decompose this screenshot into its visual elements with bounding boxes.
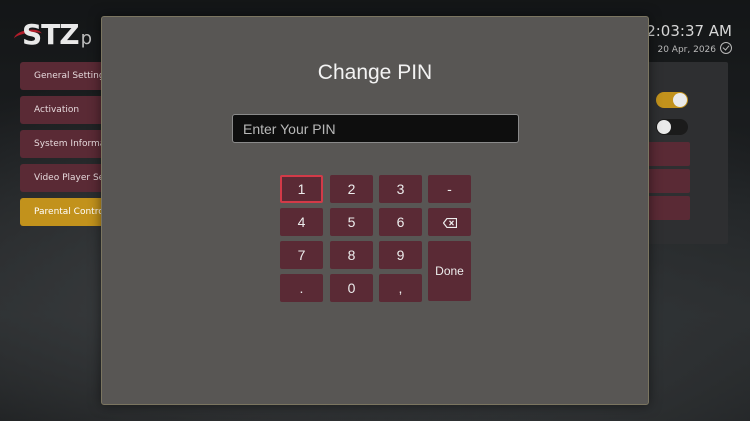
settings-panel: [634, 62, 728, 244]
clock-date-row: 20 Apr, 2026: [637, 42, 732, 55]
logo-sub: p: [80, 28, 92, 49]
key-dash[interactable]: -: [428, 175, 471, 203]
key-9[interactable]: 9: [379, 241, 422, 269]
clock-time: 02:03:37 AM: [636, 22, 732, 40]
pin-input[interactable]: Enter Your PIN: [232, 114, 519, 143]
toggle-off[interactable]: [656, 119, 688, 135]
key-4[interactable]: 4: [280, 208, 323, 236]
toggle-on[interactable]: [656, 92, 688, 108]
dialog-title: Change PIN: [317, 61, 433, 84]
toggle-knob: [657, 120, 671, 134]
key-7[interactable]: 7: [280, 241, 323, 269]
app-logo: STZ p: [22, 18, 92, 51]
key-8[interactable]: 8: [330, 241, 373, 269]
key-0[interactable]: 0: [330, 274, 373, 302]
change-pin-dialog: Change PIN Enter Your PIN 1 2 3 - 4 5 6 …: [101, 16, 649, 405]
key-6[interactable]: 6: [379, 208, 422, 236]
backspace-icon: [442, 218, 457, 229]
key-comma[interactable]: ,: [379, 274, 422, 302]
key-dot[interactable]: .: [280, 274, 323, 302]
toggle-knob: [673, 93, 687, 107]
backspace-button[interactable]: [428, 208, 471, 236]
key-5[interactable]: 5: [330, 208, 373, 236]
key-2[interactable]: 2: [330, 175, 373, 203]
clock-date: 20 Apr, 2026: [657, 45, 716, 55]
sync-check-icon: [720, 42, 732, 54]
key-3[interactable]: 3: [379, 175, 422, 203]
logo-text: STZ: [22, 18, 80, 51]
done-button[interactable]: Done: [428, 241, 471, 301]
key-1[interactable]: 1: [280, 175, 323, 203]
clock: 02:03:37 AM 20 Apr, 2026: [637, 22, 732, 55]
